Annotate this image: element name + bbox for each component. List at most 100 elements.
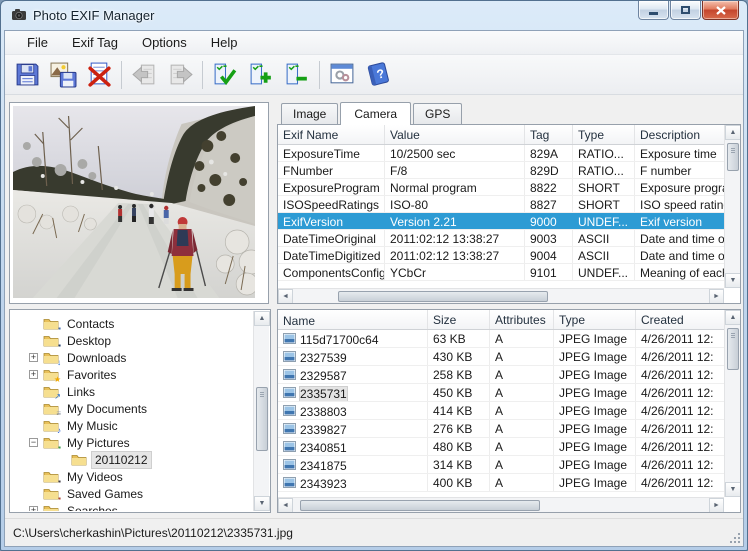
scroll-right-button[interactable]: ►	[709, 498, 724, 512]
tree-vertical-scrollbar[interactable]: ▲ ▼	[253, 311, 269, 511]
exif-cell-type: RATIO...	[573, 162, 635, 178]
expand-plus-icon[interactable]: +	[29, 370, 38, 379]
tree-item-saved-games[interactable]: ▪Saved Games	[11, 485, 269, 502]
add-exif-tag-button[interactable]	[243, 58, 279, 92]
scrollbar-thumb[interactable]	[727, 328, 739, 370]
exif-column-header-value[interactable]: Value	[385, 125, 525, 144]
exif-row[interactable]: FNumberF/8829DRATIO...F number	[278, 162, 740, 179]
tab-image[interactable]: Image	[281, 103, 338, 124]
scrollbar-thumb[interactable]	[727, 143, 739, 171]
exif-row[interactable]: ExifVersionVersion 2.219000UNDEF...Exif …	[278, 213, 740, 230]
scroll-up-button[interactable]: ▲	[725, 310, 740, 325]
tree-item-my-documents[interactable]: ≡My Documents	[11, 400, 269, 417]
menu-item-help[interactable]: Help	[199, 32, 250, 53]
file-row[interactable]: 115d71700c6463 KBAJPEG Image4/26/2011 12…	[278, 330, 740, 348]
save-image-button[interactable]	[45, 58, 81, 92]
exif-cell-value: YCbCr	[385, 264, 525, 280]
title-bar[interactable]: Photo EXIF Manager	[1, 1, 747, 30]
file-row[interactable]: 2335731450 KBAJPEG Image4/26/2011 12:	[278, 384, 740, 402]
close-icon	[716, 6, 726, 15]
menu-item-exif-tag[interactable]: Exif Tag	[60, 32, 130, 53]
file-row[interactable]: 2338803414 KBAJPEG Image4/26/2011 12:	[278, 402, 740, 420]
scroll-right-button[interactable]: ►	[709, 289, 724, 304]
exif-cell-tag: 8822	[525, 179, 573, 195]
save-exif-button[interactable]	[9, 58, 45, 92]
file-row[interactable]: 2329587258 KBAJPEG Image4/26/2011 12:	[278, 366, 740, 384]
files-column-header-size[interactable]: Size	[428, 310, 490, 329]
exif-cell-type: UNDEF...	[573, 213, 635, 229]
resize-grip[interactable]	[728, 531, 741, 544]
files-column-header-attributes[interactable]: Attributes	[490, 310, 554, 329]
jpeg-file-icon	[283, 387, 296, 401]
file-row[interactable]: 2340851480 KBAJPEG Image4/26/2011 12:	[278, 438, 740, 456]
scroll-left-button[interactable]: ◄	[278, 289, 293, 304]
file-cell-attributes: A	[490, 420, 554, 437]
exif-horizontal-scrollbar[interactable]: ◄ ►	[278, 288, 724, 303]
files-column-header-type[interactable]: Type	[554, 310, 636, 329]
file-cell-size: 450 KB	[428, 384, 490, 401]
help-button[interactable]: ?	[360, 58, 396, 92]
delete-exif-list-button[interactable]	[81, 58, 117, 92]
exif-row[interactable]: ExposureProgramNormal program8822SHORTEx…	[278, 179, 740, 196]
exif-vertical-scrollbar[interactable]: ▲ ▼	[724, 125, 740, 288]
exif-row[interactable]: DateTimeDigitized2011:02:12 13:38:279004…	[278, 247, 740, 264]
maximize-button[interactable]	[670, 1, 701, 20]
scrollbar-thumb[interactable]	[256, 387, 268, 451]
scroll-down-button[interactable]: ▼	[254, 496, 270, 511]
minimize-button[interactable]	[638, 1, 669, 20]
tree-item-my-pictures[interactable]: −▪My Pictures	[11, 434, 269, 451]
music-folder-icon: ♪	[43, 419, 59, 432]
file-row[interactable]: 2343923400 KBAJPEG Image4/26/2011 12:	[278, 474, 740, 492]
collapse-minus-icon[interactable]: −	[29, 438, 38, 447]
expand-plus-icon[interactable]: +	[29, 353, 38, 362]
file-row[interactable]: 2339827276 KBAJPEG Image4/26/2011 12:	[278, 420, 740, 438]
scroll-up-button[interactable]: ▲	[254, 311, 270, 326]
file-row[interactable]: 2327539430 KBAJPEG Image4/26/2011 12:	[278, 348, 740, 366]
tree-item-searches[interactable]: +○Searches	[11, 502, 269, 511]
files-vertical-scrollbar[interactable]: ▲ ▼	[724, 310, 740, 497]
exif-column-header-exif-name[interactable]: Exif Name	[278, 125, 385, 144]
files-horizontal-scrollbar[interactable]: ◄ ►	[278, 497, 724, 512]
list-red-x-icon	[86, 61, 113, 88]
scroll-down-button[interactable]: ▼	[725, 273, 741, 288]
exif-cell-name: DateTimeDigitized	[278, 247, 385, 263]
file-cell-name: 2340851	[278, 438, 428, 455]
tree-item-downloads[interactable]: +↓Downloads	[11, 349, 269, 366]
scrollbar-thumb[interactable]	[300, 500, 540, 511]
verify-exif-list-button[interactable]	[207, 58, 243, 92]
exif-cell-name: DateTimeOriginal	[278, 230, 385, 246]
tree-item-favorites[interactable]: +★Favorites	[11, 366, 269, 383]
tab-gps[interactable]: GPS	[413, 103, 462, 124]
close-button[interactable]	[702, 1, 739, 20]
file-list-table: NameSizeAttributesTypeCreated 115d71700c…	[278, 310, 740, 512]
tab-camera[interactable]: Camera	[340, 102, 411, 125]
previous-image-button[interactable]	[126, 58, 162, 92]
remove-exif-tag-button[interactable]	[279, 58, 315, 92]
scroll-left-button[interactable]: ◄	[278, 498, 293, 512]
contacts-folder-icon: ▪	[43, 317, 59, 330]
exif-column-header-type[interactable]: Type	[573, 125, 635, 144]
tree-item-contacts[interactable]: ▪Contacts	[11, 315, 269, 332]
expand-plus-icon[interactable]: +	[29, 506, 38, 511]
tree-item-20110212[interactable]: 20110212	[11, 451, 269, 468]
next-image-button[interactable]	[162, 58, 198, 92]
exif-row[interactable]: ISOSpeedRatingsISO-808827SHORTISO speed …	[278, 196, 740, 213]
tree-item-links[interactable]: ↗Links	[11, 383, 269, 400]
exif-column-header-tag[interactable]: Tag	[525, 125, 573, 144]
exif-row[interactable]: ExposureTime10/2500 sec829ARATIO...Expos…	[278, 145, 740, 162]
files-column-header-name[interactable]: Name	[278, 310, 428, 329]
options-button[interactable]	[324, 58, 360, 92]
menu-item-options[interactable]: Options	[130, 32, 199, 53]
scrollbar-thumb[interactable]	[338, 291, 548, 302]
file-row[interactable]: 2341875314 KBAJPEG Image4/26/2011 12:	[278, 456, 740, 474]
exif-row[interactable]: DateTimeOriginal2011:02:12 13:38:279003A…	[278, 230, 740, 247]
tree-item-my-videos[interactable]: ▪My Videos	[11, 468, 269, 485]
file-name-label: 2339827	[300, 423, 347, 437]
tree-item-my-music[interactable]: ♪My Music	[11, 417, 269, 434]
tree-item-desktop[interactable]: ▪Desktop	[11, 332, 269, 349]
scroll-up-button[interactable]: ▲	[725, 125, 741, 140]
list-green-plus-icon	[248, 61, 275, 88]
menu-item-file[interactable]: File	[15, 32, 60, 53]
exif-row[interactable]: ComponentsConfig...YCbCr9101UNDEF...Mean…	[278, 264, 740, 281]
scroll-down-button[interactable]: ▼	[725, 482, 740, 497]
